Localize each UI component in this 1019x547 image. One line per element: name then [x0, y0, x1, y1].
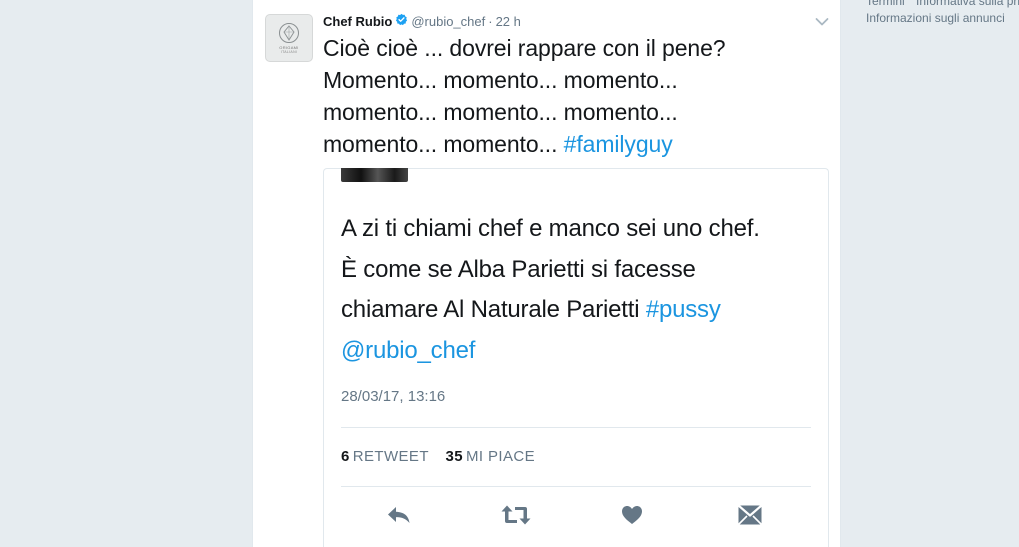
right-sidebar: [842, 0, 1019, 547]
footer-links: Termini Informativa sulla pri: [866, 0, 1019, 8]
footer-link-terms[interactable]: Termini: [866, 0, 905, 8]
quoted-text-line: @rubio_chef: [341, 331, 821, 372]
direct-message-button[interactable]: [737, 502, 763, 532]
avatar[interactable]: ORIGAMI ITALIANI: [265, 14, 313, 62]
quoted-tweet-date[interactable]: 28/03/17, 13:16: [341, 388, 445, 405]
reply-icon: [386, 504, 412, 531]
retweet-icon: [500, 504, 532, 531]
heart-icon: [621, 505, 643, 530]
tweet-text: Cioè cioè ... dovrei rappare con il pene…: [323, 32, 823, 160]
tweet-stats: 6 RETWEET 35 MI PIACE: [341, 448, 547, 465]
tweet-text-segment: momento... momento...: [323, 131, 564, 157]
verified-badge-icon: [395, 13, 408, 29]
tweet-text-line: momento... momento... momento...: [323, 99, 678, 125]
divider: [341, 427, 811, 428]
origami-logo-icon: [279, 22, 299, 43]
footer-link-ads-info[interactable]: Informazioni sugli annunci: [866, 11, 1005, 25]
quoted-text-segment: chiamare Al Naturale Parietti: [341, 296, 646, 323]
quoted-author-image: [341, 168, 408, 182]
hashtag-link[interactable]: #familyguy: [564, 131, 673, 157]
tweet-timestamp[interactable]: 22 h: [496, 14, 521, 29]
tweet-text-line: momento... momento... #familyguy: [323, 128, 823, 160]
footer-link-privacy[interactable]: Informativa sulla pri: [916, 0, 1019, 8]
tweet-text-line: Momento... momento... momento...: [323, 67, 678, 93]
quoted-text-line: chiamare Al Naturale Parietti #pussy: [341, 290, 821, 331]
direct-message-icon: [737, 504, 763, 531]
tweet-header: Chef Rubio @rubio_chef · 22 h: [323, 13, 521, 29]
retweet-label[interactable]: RETWEET: [353, 448, 429, 465]
quoted-tweet-text: A zi ti chiami chef e manco sei uno chef…: [341, 209, 821, 371]
retweet-count[interactable]: 6: [341, 448, 350, 465]
retweet-button[interactable]: [500, 502, 532, 532]
like-button[interactable]: [621, 502, 643, 532]
more-options-chevron-down-icon[interactable]: [815, 14, 829, 32]
mention-link[interactable]: @rubio_chef: [341, 337, 475, 364]
author-handle[interactable]: @rubio_chef: [411, 14, 485, 29]
author-name[interactable]: Chef Rubio: [323, 14, 392, 29]
tweet-actions: [324, 502, 828, 532]
like-label[interactable]: MI PIACE: [466, 448, 535, 465]
left-background: [0, 0, 252, 547]
reply-button[interactable]: [386, 502, 412, 532]
tweet-text-line: Cioè cioè ... dovrei rappare con il pene…: [323, 35, 726, 61]
avatar-text-line2: ITALIANI: [280, 49, 298, 54]
quoted-text-line: È come se Alba Parietti si facesse: [341, 255, 696, 283]
divider: [341, 486, 811, 487]
quoted-text-line: A zi ti chiami chef e manco sei uno chef…: [341, 215, 760, 242]
quoted-hashtag-link[interactable]: #pussy: [646, 296, 721, 323]
header-separator: ·: [488, 13, 493, 29]
quoted-tweet-card[interactable]: A zi ti chiami chef e manco sei uno chef…: [323, 168, 829, 547]
like-count[interactable]: 35: [445, 448, 463, 465]
